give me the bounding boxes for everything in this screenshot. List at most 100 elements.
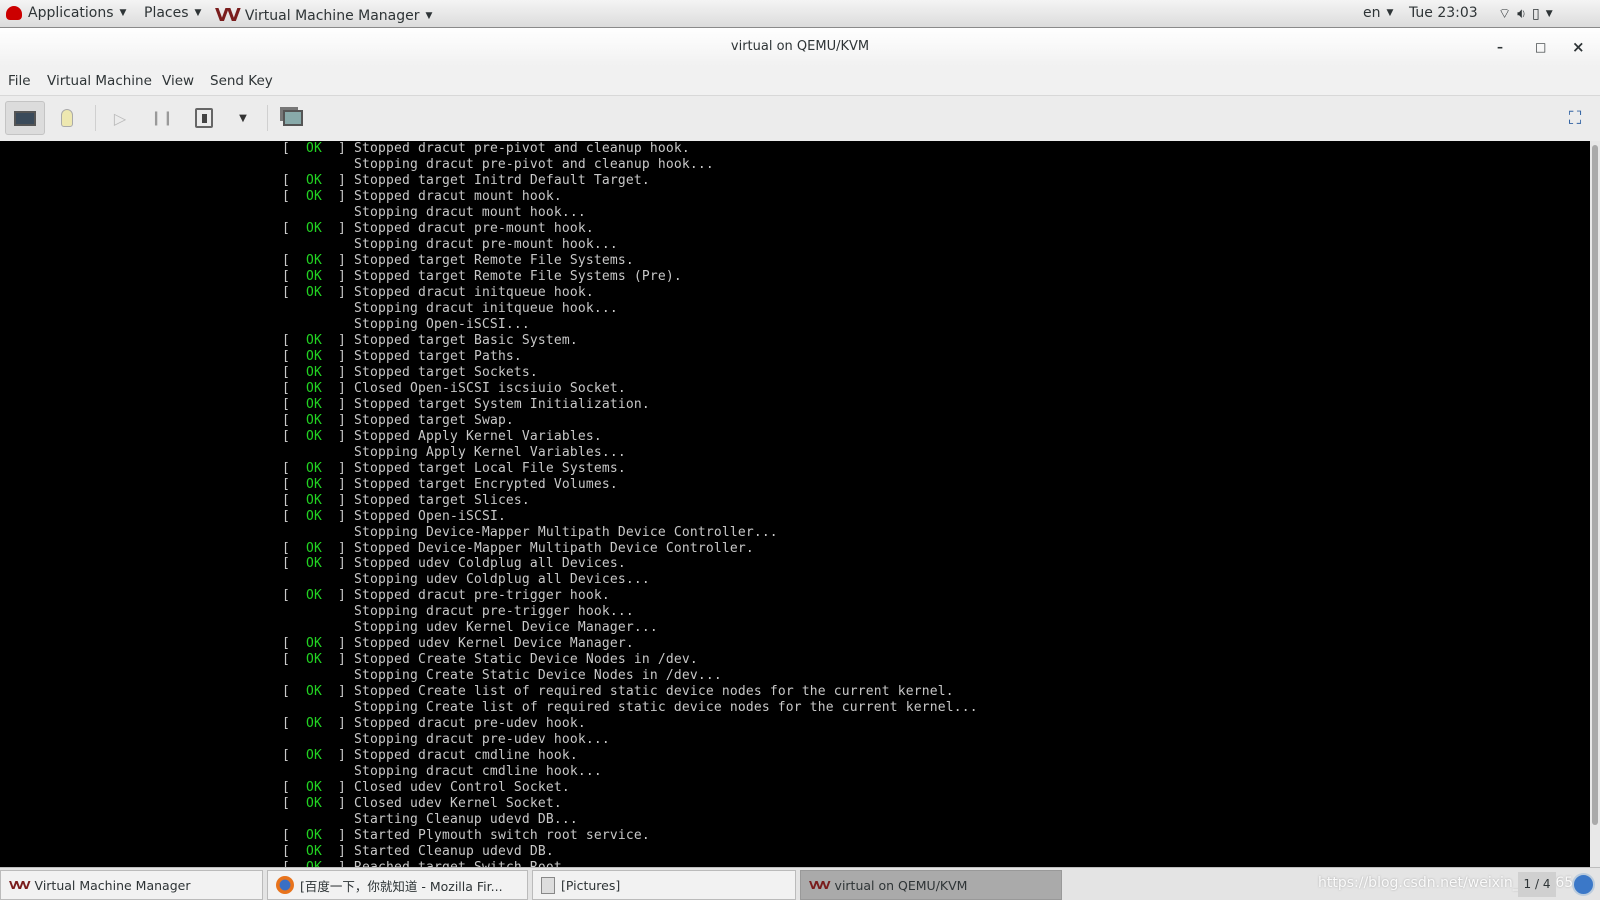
console-line: [ OK ] Stopped target Remote File System… — [282, 269, 682, 285]
ok-status: OK — [306, 252, 322, 268]
console-message: Starting Cleanup udevd DB... — [353, 812, 578, 828]
console-button[interactable] — [5, 101, 45, 135]
ok-status: OK — [306, 508, 322, 524]
status-bracket: ] — [322, 716, 354, 732]
ok-status: OK — [306, 796, 322, 812]
console-message: Stopping dracut initqueue hook... — [353, 300, 618, 316]
console-line: Stopping Create list of required static … — [282, 700, 978, 716]
pause-button[interactable]: ❙❙ — [142, 101, 182, 135]
minimize-button[interactable]: – — [1497, 28, 1503, 66]
task-firefox[interactable]: [百度一下，你就知道 - Mozilla Fir... — [267, 870, 528, 900]
console-message: Stopping dracut pre-udev hook... — [353, 732, 610, 748]
workspace-switcher[interactable]: 1 / 4 — [1518, 872, 1556, 897]
ok-status: OK — [306, 268, 322, 284]
task-virtual-on-qemu-kvm[interactable]: VVV virtual on QEMU/KVM — [800, 870, 1062, 900]
console-line: [ OK ] Stopped Device-Mapper Multipath D… — [282, 541, 754, 557]
vmm-icon: VVV — [809, 878, 831, 892]
console-line: [ OK ] Stopped target Sockets. — [282, 365, 538, 381]
task-label: [Pictures] — [561, 877, 621, 893]
ok-status: OK — [306, 332, 322, 348]
snapshots-button[interactable] — [273, 101, 313, 135]
shutdown-button[interactable] — [184, 101, 224, 135]
app-name-label: Virtual Machine Manager — [244, 7, 420, 24]
status-bracket: ] — [322, 860, 354, 867]
console-message: Stopping Open-iSCSI... — [353, 316, 530, 332]
status-bracket: [ — [282, 780, 306, 796]
maximize-button[interactable]: □ — [1535, 28, 1546, 66]
console-message: Stopped Create Static Device Nodes in /d… — [354, 652, 698, 668]
shutdown-dropdown-button[interactable]: ▼ — [223, 101, 263, 135]
firefox-icon — [276, 876, 294, 894]
status-bracket: ] — [322, 268, 354, 284]
clock[interactable]: Tue 23:03 — [1409, 5, 1478, 21]
app-menu[interactable]: VV Virtual Machine Manager ▼ — [215, 5, 432, 26]
status-bracket: ] — [322, 284, 354, 300]
status-bracket: ] — [322, 428, 354, 444]
console-message: Closed Open-iSCSI iscsiuio Socket. — [354, 380, 626, 396]
menu-view[interactable]: View — [162, 73, 194, 89]
console-message: Started Plymouth switch root service. — [354, 828, 650, 844]
volume-icon: 🔉︎ — [1517, 6, 1526, 22]
separator — [267, 105, 268, 131]
status-bracket: ] — [322, 748, 354, 764]
status-bracket: ] — [322, 828, 354, 844]
console-line: [ OK ] Stopped dracut pre-udev hook. — [282, 716, 586, 732]
console-line: Stopping dracut cmdline hook... — [282, 764, 602, 780]
status-bracket: ] — [322, 332, 354, 348]
ok-status: OK — [306, 860, 322, 867]
console-message: Stopped target Encrypted Volumes. — [354, 476, 618, 492]
status-bracket: ] — [322, 796, 354, 812]
window-title: virtual on QEMU/KVM — [730, 39, 870, 54]
console-line: [ OK ] Stopped Apply Kernel Variables. — [282, 429, 602, 445]
console-message: Stopped Open-iSCSI. — [354, 508, 506, 524]
task-virtual-machine-manager[interactable]: VVV Virtual Machine Manager — [0, 870, 263, 900]
status-bracket: [ — [282, 188, 306, 204]
notification-icon[interactable] — [1572, 873, 1595, 896]
scrollbar-thumb[interactable] — [1592, 145, 1598, 825]
fullscreen-button[interactable]: ⛶ — [1555, 101, 1595, 135]
menu-file[interactable]: File — [8, 73, 31, 89]
details-button[interactable] — [47, 101, 87, 135]
console-message: Stopped target System Initialization. — [354, 396, 650, 412]
status-bracket: ] — [322, 380, 354, 396]
status-bracket: [ — [282, 748, 306, 764]
task-pictures[interactable]: [Pictures] — [532, 870, 796, 900]
status-bracket: [ — [282, 428, 306, 444]
status-bracket: ] — [322, 540, 354, 556]
ok-status: OK — [306, 636, 322, 652]
console-line: [ OK ] Stopped dracut pre-mount hook. — [282, 221, 594, 237]
menu-send-key[interactable]: Send Key — [210, 73, 273, 89]
clock-label: Tue 23:03 — [1409, 5, 1478, 21]
console-line: Stopping dracut mount hook... — [282, 205, 586, 221]
close-button[interactable]: × — [1572, 28, 1585, 66]
console-message: Stopping udev Kernel Device Manager... — [353, 620, 658, 636]
status-bracket: ] — [322, 492, 354, 508]
status-bracket: [ — [282, 284, 306, 300]
places-menu[interactable]: Places ▼ — [144, 5, 201, 21]
console-line: Stopping udev Coldplug all Devices... — [282, 572, 650, 588]
system-menu[interactable]: ⌔ 🔉︎ ▯ ▼ — [1498, 5, 1553, 23]
applications-menu[interactable]: Applications ▼ — [6, 5, 126, 21]
console-message: Stopped target Paths. — [354, 348, 522, 364]
console-message: Stopped udev Kernel Device Manager. — [354, 636, 634, 652]
status-bracket: [ — [282, 252, 306, 268]
vm-console[interactable]: [ OK ] Stopped dracut pre-pivot and clea… — [0, 141, 1590, 867]
console-scrollbar[interactable] — [1590, 141, 1600, 867]
console-message: Stopping udev Coldplug all Devices... — [353, 572, 650, 588]
console-message: Stopped dracut pre-udev hook. — [354, 716, 586, 732]
console-message: Stopped target Remote File Systems. — [354, 252, 634, 268]
language-menu[interactable]: en ▼ — [1363, 5, 1393, 21]
menu-virtual-machine[interactable]: Virtual Machine — [47, 73, 152, 89]
console-message: Stopped Create list of required static d… — [354, 684, 954, 700]
console-line: [ OK ] Stopped target Slices. — [282, 493, 530, 509]
ok-status: OK — [306, 460, 322, 476]
console-line: [ OK ] Stopped target Encrypted Volumes. — [282, 477, 618, 493]
console-line: [ OK ] Stopped Create list of required s… — [282, 684, 954, 700]
ok-status: OK — [306, 684, 322, 700]
ok-status: OK — [306, 172, 322, 188]
run-button[interactable]: ▷ — [100, 101, 140, 135]
ok-status: OK — [306, 716, 322, 732]
ok-status: OK — [306, 652, 322, 668]
console-message: Stopped Device-Mapper Multipath Device C… — [354, 540, 754, 556]
console-message: Stopped Apply Kernel Variables. — [354, 428, 602, 444]
